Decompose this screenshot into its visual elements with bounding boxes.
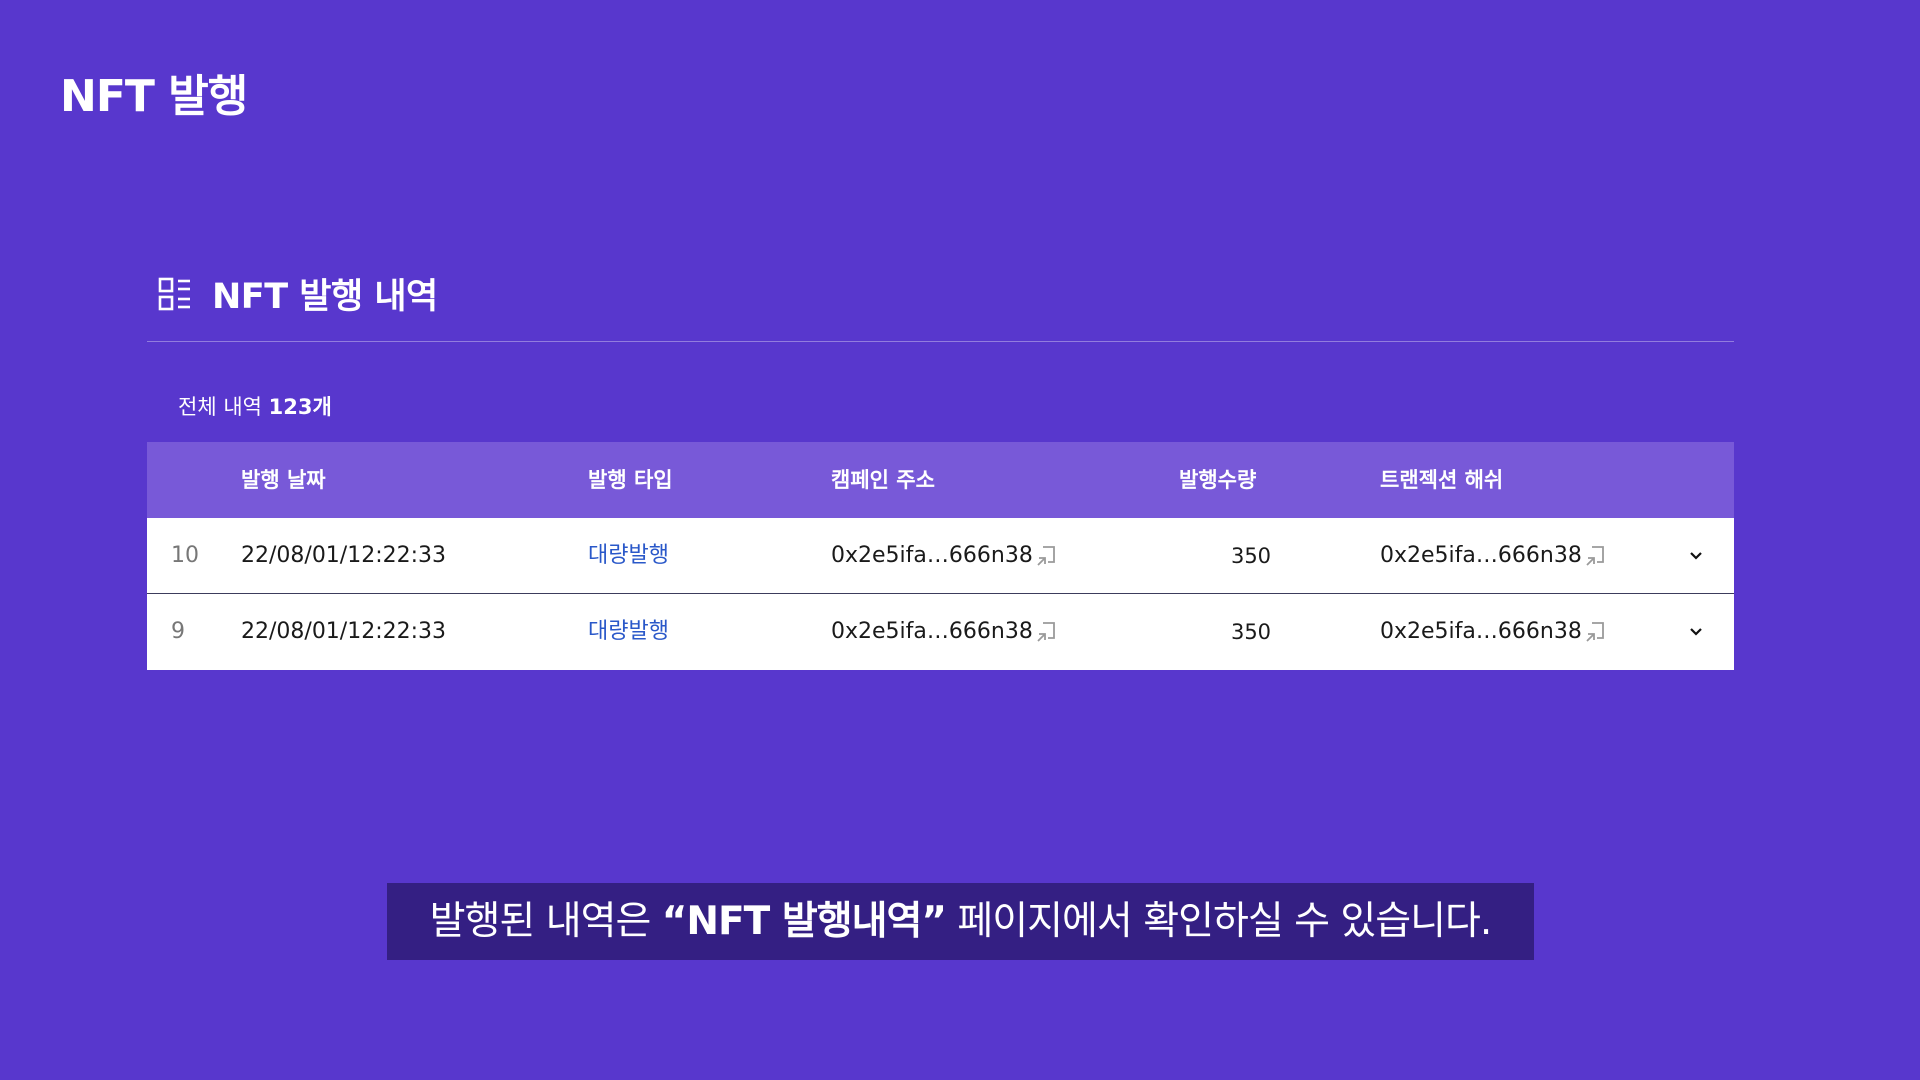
section-divider	[147, 341, 1734, 342]
section-header: NFT 발행 내역	[158, 268, 438, 319]
table-row[interactable]: 9 22/08/01/12:22:33 대량발행 0x2e5ifa…666n38…	[147, 594, 1734, 670]
caption-suffix: 페이지에서 확인하실 수 있습니다.	[946, 899, 1492, 944]
row-transaction-hash: 0x2e5ifa…666n38	[1380, 543, 1582, 568]
header-date[interactable]: 발행 날짜	[241, 442, 326, 518]
chevron-down-icon[interactable]	[1683, 619, 1709, 645]
table-row[interactable]: 10 22/08/01/12:22:33 대량발행 0x2e5ifa…666n3…	[147, 518, 1734, 594]
section-title: NFT 발행 내역	[212, 277, 438, 317]
header-quantity[interactable]: 발행수량	[1179, 442, 1256, 518]
table-header: 발행 날짜 발행 타입 캠페인 주소 발행수량 트랜젝션 해쉬	[147, 442, 1734, 518]
list-icon	[158, 277, 192, 311]
row-index: 10	[171, 543, 199, 568]
header-type[interactable]: 발행 타입	[588, 442, 673, 518]
app-title: NFT 발행	[60, 71, 248, 122]
row-quantity: 350	[1230, 544, 1272, 568]
row-campaign-address: 0x2e5ifa…666n38	[831, 619, 1033, 644]
header-hash[interactable]: 트랜젝션 해쉬	[1380, 442, 1503, 518]
caption-prefix: 발행된 내역은	[429, 899, 662, 944]
row-date: 22/08/01/12:22:33	[241, 543, 447, 568]
row-index: 9	[171, 619, 185, 644]
row-campaign-address: 0x2e5ifa…666n38	[831, 543, 1033, 568]
copy-campaign-icon[interactable]	[1034, 620, 1058, 644]
copy-campaign-icon[interactable]	[1034, 544, 1058, 568]
total-value: 123개	[268, 395, 332, 419]
caption-highlight: “NFT 발행내역”	[661, 899, 947, 944]
chevron-down-icon[interactable]	[1683, 543, 1709, 569]
row-transaction-hash: 0x2e5ifa…666n38	[1380, 619, 1582, 644]
row-type-link[interactable]: 대량발행	[588, 518, 669, 594]
header-campaign[interactable]: 캠페인 주소	[831, 442, 935, 518]
total-label: 전체 내역	[178, 395, 262, 419]
total-count: 전체 내역 123개	[178, 391, 332, 421]
row-quantity: 350	[1230, 620, 1272, 644]
copy-hash-icon[interactable]	[1583, 544, 1607, 568]
row-date: 22/08/01/12:22:33	[241, 619, 447, 644]
subtitle-caption: 발행된 내역은 “NFT 발행내역” 페이지에서 확인하실 수 있습니다.	[387, 883, 1534, 960]
copy-hash-icon[interactable]	[1583, 620, 1607, 644]
row-type-link[interactable]: 대량발행	[588, 594, 669, 670]
nft-history-table: 발행 날짜 발행 타입 캠페인 주소 발행수량 트랜젝션 해쉬 10 22/08…	[147, 442, 1734, 670]
